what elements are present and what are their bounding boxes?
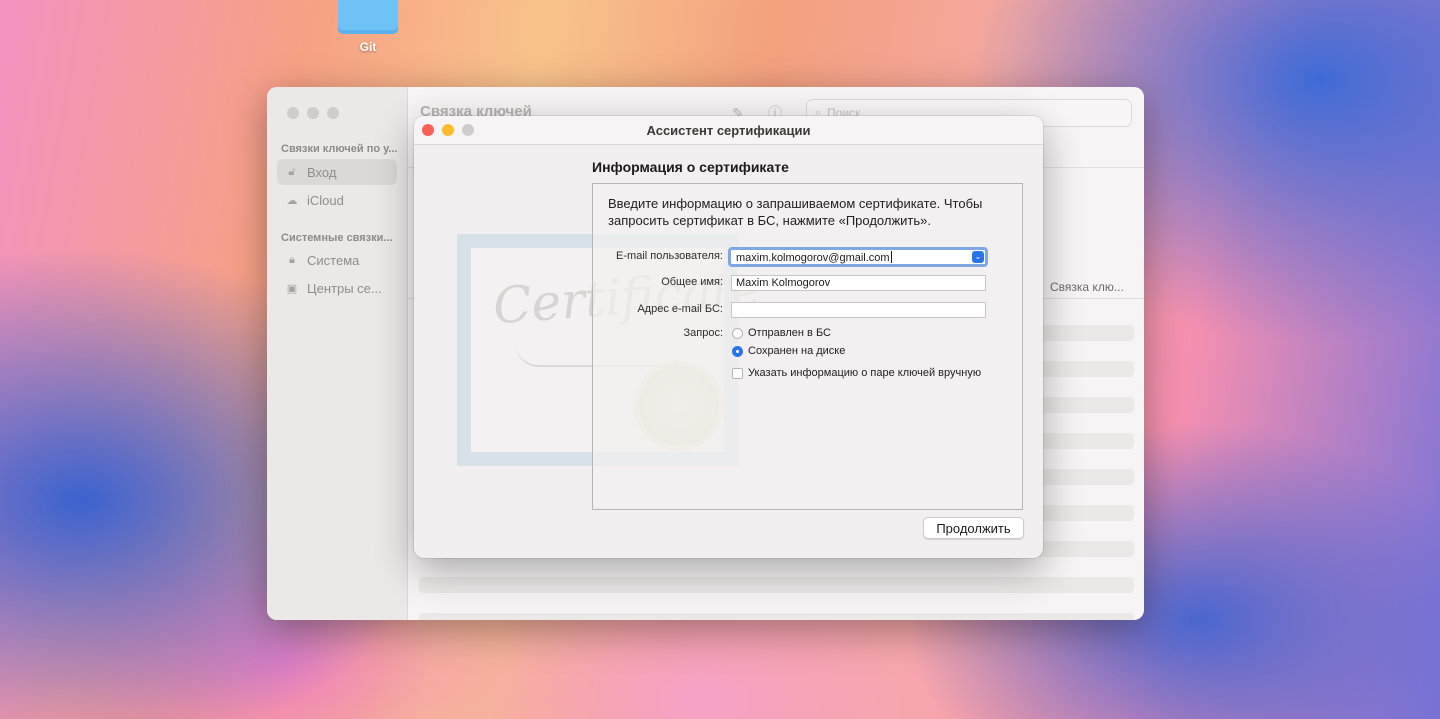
continue-button[interactable]: Продолжить — [923, 517, 1024, 539]
lock-icon: 🔒︎ — [289, 253, 295, 266]
intro-text: Введите информацию о запрашиваемом серти… — [608, 196, 983, 228]
sidebar-item-label: Центры се... — [307, 280, 382, 296]
checkbox[interactable] — [732, 367, 743, 379]
email-label: E-mail пользователя: — [616, 250, 723, 262]
sidebar-item-icloud[interactable]: ☁ iCloud — [277, 187, 397, 213]
sidebar-section-system: Системные связки... — [281, 232, 393, 244]
common-name-field[interactable] — [731, 275, 986, 291]
checkbox-manual-keypair[interactable]: Указать информацию о паре ключей вручную — [732, 367, 981, 379]
minimize-button[interactable] — [307, 107, 319, 119]
ca-email-field[interactable] — [731, 302, 986, 318]
desktop-icon-label: Git — [359, 40, 377, 54]
sidebar-item-login[interactable]: 🔓︎ Вход — [277, 159, 397, 185]
certificate-assistant-dialog: Ассистент сертификации Certificate Инфор… — [414, 116, 1043, 558]
form-panel: Введите информацию о запрашиваемом серти… — [592, 183, 1023, 510]
cabinet-icon: ▣ — [286, 282, 298, 295]
checkbox-label: Указать информацию о паре ключей вручную — [748, 367, 982, 379]
folder-icon — [338, 0, 398, 34]
radio-label: Отправлен в БС — [748, 327, 831, 339]
radio-sent-to-ca[interactable]: Отправлен в БС — [732, 327, 831, 339]
radio-button[interactable] — [732, 327, 743, 339]
dialog-title: Ассистент сертификации — [646, 123, 811, 138]
sidebar-item-system[interactable]: 🔒︎ Система — [277, 247, 397, 273]
section-heading: Информация о сертификате — [592, 159, 789, 175]
sidebar-item-label: Система — [307, 252, 360, 268]
lock-open-icon: 🔓︎ — [288, 165, 296, 178]
close-button[interactable] — [287, 107, 299, 119]
email-combobox[interactable]: maxim.kolmogorov@gmail.com ⌄ — [728, 247, 988, 267]
radio-label: Сохранен на диске — [748, 345, 846, 357]
sidebar-item-label: iCloud — [307, 192, 344, 208]
common-name-label: Общее имя: — [661, 276, 723, 288]
request-label: Запрос: — [683, 327, 723, 339]
sidebar-item-label: Вход — [307, 164, 337, 180]
desktop-folder-git[interactable]: Git — [336, 0, 400, 54]
cloud-icon: ☁ — [286, 194, 298, 207]
email-value: maxim.kolmogorov@gmail.com — [736, 251, 892, 264]
radio-saved-to-disk[interactable]: Сохранен на диске — [732, 345, 845, 357]
table-row[interactable] — [419, 613, 1134, 620]
sidebar-section-keychains: Связки ключей по у... — [281, 143, 398, 155]
text-cursor — [890, 251, 892, 263]
ca-email-label: Адрес e-mail БС: — [637, 303, 723, 315]
radio-button-selected[interactable] — [732, 345, 743, 357]
chevron-down-icon[interactable]: ⌄ — [972, 251, 984, 263]
column-header-keychain[interactable]: Связка клю... — [1050, 280, 1124, 294]
window-controls — [287, 107, 339, 119]
table-row[interactable] — [419, 577, 1134, 593]
sidebar-item-roots[interactable]: ▣ Центры се... — [277, 275, 397, 301]
keychain-sidebar: Связки ключей по у... 🔓︎ Вход ☁ iCloud С… — [267, 87, 408, 620]
zoom-button[interactable] — [327, 107, 339, 119]
